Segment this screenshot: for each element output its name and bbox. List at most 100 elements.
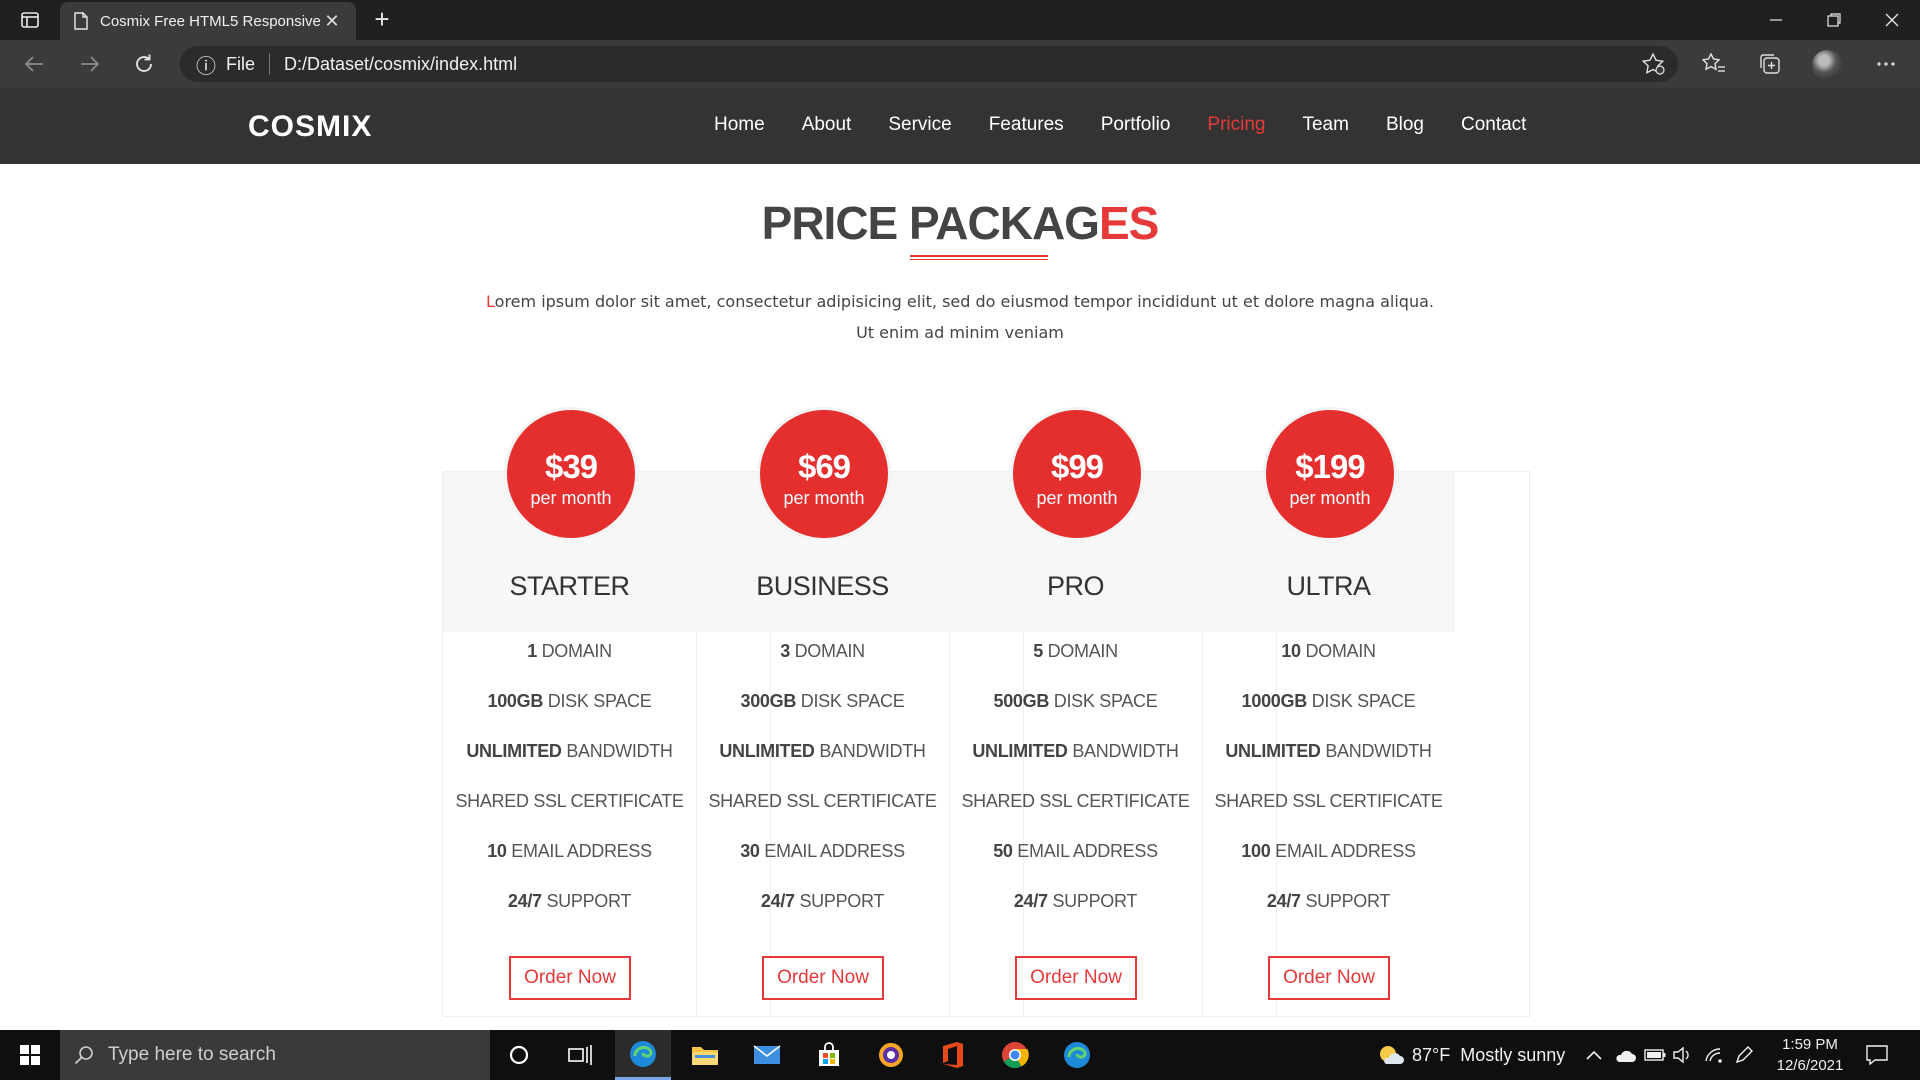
tab-actions-button[interactable] (0, 0, 60, 40)
feature-value: 100 (1241, 841, 1271, 861)
edge-icon (630, 1040, 656, 1067)
page-icon (74, 12, 88, 30)
plan-card-pro: $99 per month PRO 5 DOMAIN 500GB DISK SP… (949, 407, 1202, 1016)
restore-button[interactable] (1806, 0, 1862, 40)
nav-home[interactable]: Home (714, 114, 765, 136)
taskbar-edge-active[interactable] (615, 1030, 671, 1080)
taskbar-edge[interactable] (1049, 1030, 1105, 1080)
mail-icon (753, 1045, 781, 1064)
nav-contact[interactable]: Contact (1461, 114, 1526, 136)
taskbar-clock[interactable]: 1:59 PM 12/6/2021 (1760, 1034, 1860, 1076)
feature-item: 100GB DISK SPACE (443, 691, 696, 741)
feature-list: 1 DOMAIN 100GB DISK SPACE UNLIMITED BAND… (443, 641, 696, 941)
feature-value: UNLIMITED (972, 741, 1068, 761)
battery-tray[interactable] (1644, 1030, 1666, 1080)
site-nav-links: Home About Service Features Portfolio Pr… (714, 114, 1526, 136)
feature-label: SHARED SSL CERTIFICATE (455, 791, 684, 811)
notifications-button[interactable] (1866, 1030, 1888, 1080)
plan-period: per month (1036, 488, 1118, 508)
section-title-accent: ES (1098, 197, 1159, 249)
plan-name: ULTRA (1286, 571, 1371, 601)
pen-tray[interactable] (1734, 1030, 1754, 1080)
new-tab-button[interactable]: + (366, 4, 398, 36)
feature-item: 3 DOMAIN (696, 641, 949, 691)
collections-button[interactable] (1754, 48, 1786, 80)
taskbar-office[interactable] (925, 1030, 981, 1080)
price-badge: $69 per month (757, 407, 891, 541)
taskbar-search[interactable]: Type here to search (60, 1030, 490, 1080)
feature-label: BANDWIDTH (561, 741, 673, 761)
cortana-button[interactable] (491, 1030, 547, 1080)
nav-about[interactable]: About (802, 114, 852, 136)
feature-label: SHARED SSL CERTIFICATE (1214, 791, 1443, 811)
browser-tab-active[interactable]: Cosmix Free HTML5 Responsive ✕ (60, 2, 356, 40)
feature-label: SUPPORT (541, 891, 632, 911)
taskbar-chrome[interactable] (987, 1030, 1043, 1080)
profile-avatar[interactable] (1812, 50, 1842, 80)
nav-pricing[interactable]: Pricing (1207, 114, 1265, 136)
feature-label: EMAIL ADDRESS (506, 841, 652, 861)
onedrive-tray[interactable] (1614, 1030, 1636, 1080)
plan-price: $99 (1050, 448, 1104, 485)
add-favorite-button[interactable] (1638, 48, 1670, 80)
feature-item: 500GB DISK SPACE (949, 691, 1202, 741)
plan-period: per month (783, 488, 865, 508)
address-bar[interactable]: ⓘ File D:/Dataset/cosmix/index.html (180, 46, 1678, 82)
settings-menu-button[interactable] (1870, 48, 1902, 80)
folder-icon (692, 1047, 718, 1065)
minimize-button[interactable] (1748, 0, 1804, 40)
feature-label: BANDWIDTH (814, 741, 926, 761)
back-button[interactable] (16, 46, 52, 82)
app-shield-icon (879, 1043, 903, 1067)
nav-service[interactable]: Service (888, 114, 951, 136)
favorites-button[interactable] (1698, 48, 1730, 80)
feature-value: 1 (527, 641, 537, 661)
chevron-up-icon (1586, 1050, 1602, 1060)
taskbar-store[interactable] (801, 1030, 857, 1080)
feature-item: 50 EMAIL ADDRESS (949, 841, 1202, 891)
start-button[interactable] (0, 1030, 60, 1080)
order-now-button[interactable]: Order Now (1268, 956, 1390, 1000)
close-tab-icon[interactable]: ✕ (322, 11, 342, 32)
task-view-button[interactable] (552, 1030, 608, 1080)
taskbar-file-explorer[interactable] (677, 1030, 733, 1080)
windows-logo-icon (20, 1045, 40, 1065)
task-view-icon (568, 1045, 592, 1065)
nav-features[interactable]: Features (989, 114, 1064, 136)
volume-tray[interactable] (1672, 1030, 1692, 1080)
feature-item: 10 DOMAIN (1202, 641, 1455, 691)
feature-list: 10 DOMAIN 1000GB DISK SPACE UNLIMITED BA… (1202, 641, 1455, 941)
order-now-button[interactable]: Order Now (762, 956, 884, 1000)
feature-label: SUPPORT (1300, 891, 1391, 911)
price-badge: $39 per month (504, 407, 638, 541)
feature-value: 50 (993, 841, 1013, 861)
order-now-button[interactable]: Order Now (1015, 956, 1137, 1000)
pen-icon (1735, 1046, 1753, 1064)
taskbar-mail[interactable] (739, 1030, 795, 1080)
order-now-button[interactable]: Order Now (509, 956, 631, 1000)
refresh-button[interactable] (126, 46, 162, 82)
address-url[interactable]: D:/Dataset/cosmix/index.html (284, 54, 517, 75)
network-tray[interactable] (1704, 1030, 1724, 1080)
forward-button[interactable] (72, 46, 108, 82)
site-info-icon[interactable]: ⓘ (196, 50, 216, 79)
nav-team[interactable]: Team (1302, 114, 1348, 136)
taskbar-app-shield[interactable] (863, 1030, 919, 1080)
search-placeholder: Type here to search (108, 1044, 276, 1065)
nav-portfolio[interactable]: Portfolio (1101, 114, 1171, 136)
close-window-button[interactable] (1864, 0, 1920, 40)
feature-value: UNLIMITED (466, 741, 562, 761)
feature-label: EMAIL ADDRESS (1012, 841, 1158, 861)
weather-widget[interactable]: 87°F Mostly sunny (1378, 1030, 1565, 1080)
feature-label: SHARED SSL CERTIFICATE (708, 791, 937, 811)
feature-item: UNLIMITED BANDWIDTH (1202, 741, 1455, 791)
battery-icon (1644, 1049, 1666, 1061)
feature-item: 10 EMAIL ADDRESS (443, 841, 696, 891)
feature-item: UNLIMITED BANDWIDTH (949, 741, 1202, 791)
close-icon (1885, 13, 1899, 27)
feature-value: 10 (1281, 641, 1301, 661)
feature-list: 5 DOMAIN 500GB DISK SPACE UNLIMITED BAND… (949, 641, 1202, 941)
site-logo[interactable]: COSMIX (248, 110, 372, 144)
show-hidden-icons-button[interactable] (1586, 1030, 1602, 1080)
nav-blog[interactable]: Blog (1386, 114, 1424, 136)
